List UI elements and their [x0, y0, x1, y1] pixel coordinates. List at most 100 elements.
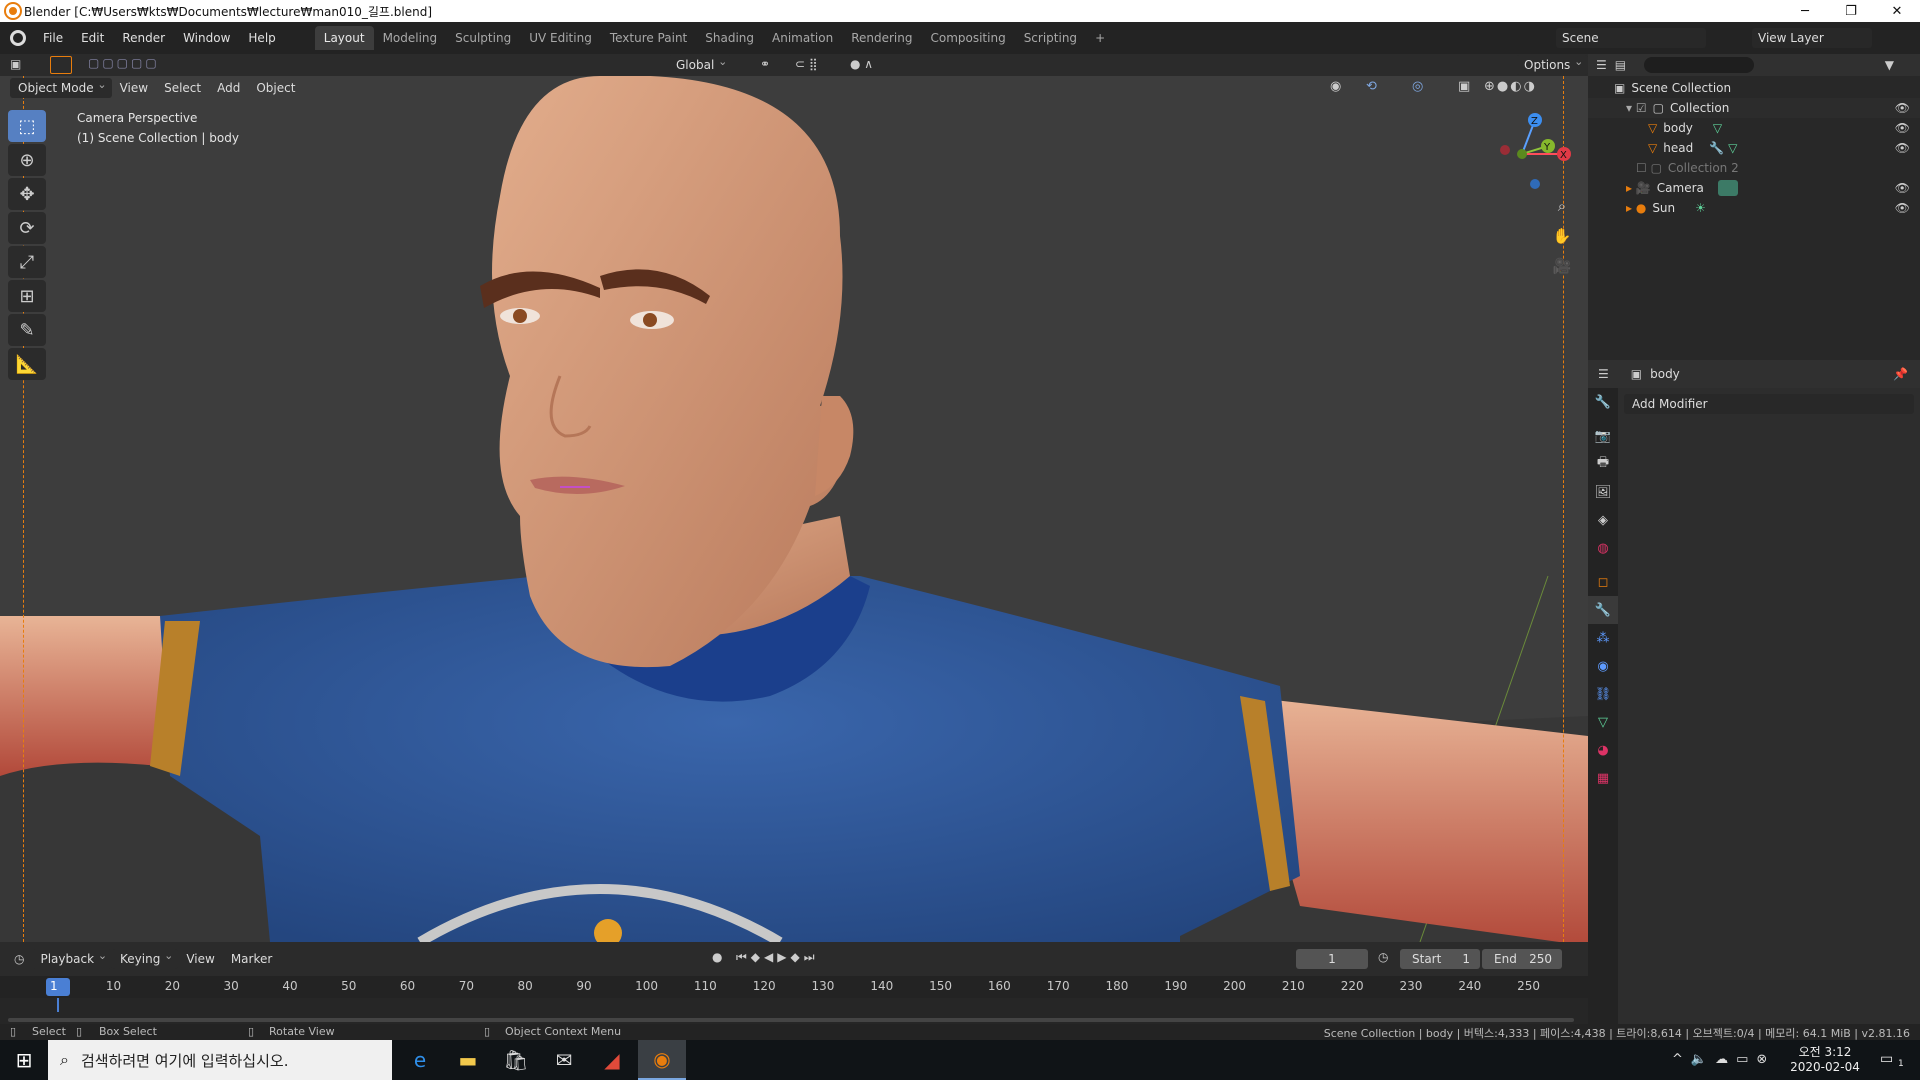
properties-editor-icon[interactable]: ☰: [1598, 367, 1609, 381]
menu-edit[interactable]: Edit: [72, 27, 113, 49]
outliner-item-collection[interactable]: ▾ ☑ ▢ Collection 👁: [1588, 98, 1920, 118]
display-mode-icon[interactable]: ▤: [1615, 58, 1626, 72]
cursor-tool-icon[interactable]: ⊕: [8, 144, 46, 176]
outliner-search-input[interactable]: [1644, 57, 1755, 73]
record-icon[interactable]: ●: [712, 950, 722, 964]
close-button[interactable]: ✕: [1874, 0, 1920, 22]
render-tab-icon[interactable]: 📷: [1588, 422, 1618, 450]
tab-rendering[interactable]: Rendering: [842, 26, 921, 50]
3d-viewport[interactable]: [0, 76, 1588, 942]
maximize-button[interactable]: ❐: [1828, 0, 1874, 22]
app-icon[interactable]: ◢: [588, 1040, 636, 1080]
snap-icon[interactable]: ⊂ ⣿: [795, 57, 818, 71]
overlay-toggle-icon[interactable]: ◎: [1412, 79, 1423, 94]
scene-selector[interactable]: Scene: [1556, 28, 1706, 48]
taskbar-search[interactable]: ⌕ 검색하려면 여기에 입력하십시오.: [48, 1040, 392, 1080]
tab-texture-paint[interactable]: Texture Paint: [601, 26, 696, 50]
minimize-button[interactable]: ─: [1782, 0, 1828, 22]
tab-modeling[interactable]: Modeling: [374, 26, 447, 50]
filter-icon[interactable]: ▼: [1885, 58, 1894, 72]
output-tab-icon[interactable]: 🖶: [1588, 450, 1618, 478]
view-layer-selector[interactable]: View Layer: [1752, 28, 1872, 48]
start-frame-field[interactable]: Start 1: [1400, 949, 1480, 969]
edge-icon[interactable]: e: [396, 1040, 444, 1080]
viewport-menu-select[interactable]: Select: [156, 78, 209, 98]
select-box-icon[interactable]: [50, 56, 72, 74]
timeline-track[interactable]: [0, 998, 1588, 1024]
annotate-tool-icon[interactable]: ✎: [8, 314, 46, 346]
zoom-icon[interactable]: ⌕: [1548, 192, 1576, 220]
pivot-icon[interactable]: ⚭: [760, 57, 770, 71]
timeline-menu-marker[interactable]: Marker: [223, 949, 280, 969]
mail-icon[interactable]: ✉: [540, 1040, 588, 1080]
windows-start-icon[interactable]: ⊞: [0, 1040, 48, 1080]
editor-type-icon[interactable]: ▣: [10, 57, 21, 71]
viewport-menu-view[interactable]: View: [112, 78, 156, 98]
rotate-tool-icon[interactable]: ⟳: [8, 212, 46, 244]
pin-icon[interactable]: 📌: [1893, 367, 1908, 381]
modifier-tab-icon[interactable]: 🔧: [1588, 596, 1618, 624]
menu-help[interactable]: Help: [239, 27, 284, 49]
viewport-menu-object[interactable]: Object: [248, 78, 303, 98]
outliner-editor-icon[interactable]: ☰: [1596, 58, 1607, 72]
options-dropdown[interactable]: Options: [1516, 52, 1589, 75]
tab-layout[interactable]: Layout: [314, 26, 374, 50]
view-layer-tab-icon[interactable]: 🖼: [1588, 478, 1618, 506]
add-modifier-dropdown[interactable]: Add Modifier: [1624, 394, 1914, 414]
notification-icon[interactable]: ▭: [1880, 1051, 1893, 1067]
pan-hand-icon[interactable]: ✋: [1548, 222, 1576, 250]
playback-controls-icons[interactable]: ⏮◆◀▶◆⏭: [736, 950, 819, 965]
outliner-item-collection-2[interactable]: ☐ ▢ Collection 2: [1588, 158, 1920, 178]
move-tool-icon[interactable]: ✥: [8, 178, 46, 210]
outliner-item-head[interactable]: ▽ head 🔧 ▽ 👁: [1588, 138, 1920, 158]
material-tab-icon[interactable]: ◕: [1588, 736, 1618, 764]
eye-icon[interactable]: 👁: [1895, 181, 1910, 195]
store-icon[interactable]: 🛍: [492, 1040, 540, 1080]
outliner-item-body[interactable]: ▽ body ▽ 👁: [1588, 118, 1920, 138]
outliner-root[interactable]: ▣ Scene Collection: [1588, 78, 1920, 98]
constraints-tab-icon[interactable]: ⛓: [1588, 680, 1618, 708]
menu-file[interactable]: File: [34, 27, 72, 49]
world-tab-icon[interactable]: ◍: [1588, 534, 1618, 562]
current-frame-field[interactable]: 1: [1296, 949, 1368, 969]
shading-mode-icons[interactable]: ⊕●◐◑: [1484, 79, 1537, 94]
tab-uv-editing[interactable]: UV Editing: [520, 26, 601, 50]
tab-sculpting[interactable]: Sculpting: [446, 26, 520, 50]
system-tray-icons[interactable]: ^🔈☁▭⊗: [1672, 1052, 1775, 1067]
tab-scripting[interactable]: Scripting: [1015, 26, 1086, 50]
data-tab-icon[interactable]: ▽: [1588, 708, 1618, 736]
particles-tab-icon[interactable]: ⁂: [1588, 624, 1618, 652]
tool-tab-icon[interactable]: 🔧: [1588, 388, 1618, 416]
timeline-scrollbar[interactable]: [8, 1018, 1574, 1022]
eye-icon[interactable]: 👁: [1895, 121, 1910, 135]
tab-shading[interactable]: Shading: [696, 26, 763, 50]
select-tool-icon[interactable]: ⬚: [8, 110, 46, 142]
object-mode-dropdown[interactable]: Object Mode: [10, 75, 112, 98]
eye-icon[interactable]: 👁: [1895, 141, 1910, 155]
transform-tool-icon[interactable]: ⊞: [8, 280, 46, 312]
eye-icon[interactable]: 👁: [1895, 201, 1910, 215]
menu-window[interactable]: Window: [174, 27, 239, 49]
timeline-menu-keying[interactable]: Keying: [112, 946, 179, 969]
camera-view-icon[interactable]: 🎥: [1548, 252, 1576, 280]
scene-tab-icon[interactable]: ◈: [1588, 506, 1618, 534]
gizmo-toggle-icon[interactable]: ⟲: [1366, 79, 1377, 94]
scale-tool-icon[interactable]: ⤢: [8, 246, 46, 278]
eye-icon[interactable]: 👁: [1895, 101, 1910, 115]
playhead[interactable]: [57, 998, 59, 1012]
blender-taskbar-icon[interactable]: ◉: [638, 1040, 686, 1080]
outliner-item-camera[interactable]: ▸ 🎥 Camera 👁: [1588, 178, 1920, 198]
viewport-menu-add[interactable]: Add: [209, 78, 248, 98]
tab-compositing[interactable]: Compositing: [921, 26, 1014, 50]
xray-icon[interactable]: ▣: [1458, 79, 1470, 94]
visibility-icon[interactable]: ◉: [1330, 79, 1341, 94]
texture-tab-icon[interactable]: ▦: [1588, 764, 1618, 792]
tab-animation[interactable]: Animation: [763, 26, 842, 50]
orientation-dropdown[interactable]: Global: [668, 52, 733, 75]
measure-tool-icon[interactable]: 📐: [8, 348, 46, 380]
end-frame-field[interactable]: End 250: [1482, 949, 1562, 969]
navigation-gizmo[interactable]: Z Y X: [1492, 108, 1576, 192]
timeline-ruler[interactable]: 1 10 20 30 40 50 60 70 80 90 100 110 120 130 140 150 160…: [0, 976, 1588, 998]
physics-tab-icon[interactable]: ◉: [1588, 652, 1618, 680]
add-workspace-button[interactable]: +: [1086, 26, 1114, 50]
